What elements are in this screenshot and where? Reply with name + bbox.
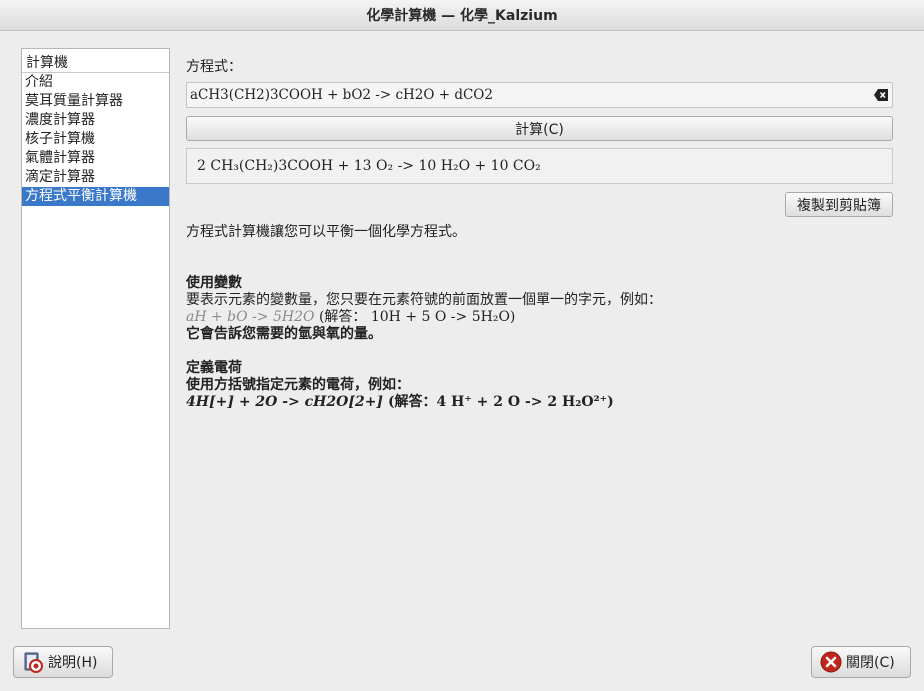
equation-input-value: aCH3(CH2)3COOH + bO2 -> cH2O + dCO2 xyxy=(190,87,493,103)
sidebar-item-concentration[interactable]: 濃度計算器 xyxy=(22,111,169,130)
close-icon xyxy=(820,651,842,673)
window-title: 化學計算機 — 化學_Kalzium xyxy=(0,0,924,31)
help-button[interactable]: 說明(H) xyxy=(13,646,113,678)
sidebar-item-nuclear[interactable]: 核子計算機 xyxy=(22,130,169,149)
equation-input[interactable]: aCH3(CH2)3COOH + bO2 -> cH2O + dCO2 xyxy=(186,82,893,108)
result-display: 2 CH₃(CH₂)3COOH + 13 O₂ -> 10 H₂O + 10 C… xyxy=(186,148,893,184)
charge-text: 使用方括號指定元素的電荷，例如： xyxy=(186,377,410,393)
variables-example-line: aH + bO -> 5H2O (解答： 10H + 5 O -> 5H₂O) xyxy=(186,309,886,326)
variables-note: 它會告訴您需要的氫與氧的量。 xyxy=(186,326,382,342)
close-button-label: 關閉(C) xyxy=(846,655,895,671)
copy-to-clipboard-button[interactable]: 複製到剪貼簿 xyxy=(785,192,893,217)
variables-heading: 使用變數 xyxy=(186,275,242,291)
charge-example-line: 4H[+] + 2O -> cH2O[2+] (解答：4 H⁺ + 2 O ->… xyxy=(186,394,886,411)
result-text: 2 CH₃(CH₂)3COOH + 13 O₂ -> 10 H₂O + 10 C… xyxy=(197,158,541,174)
help-text: 方程式計算機讓您可以平衡一個化學方程式。 使用變數 要表示元素的變數量，您只要在… xyxy=(186,224,886,411)
sidebar-item-equation-balancer[interactable]: 方程式平衡計算機 xyxy=(22,187,169,206)
help-book-icon xyxy=(24,652,43,673)
sidebar-item-gas[interactable]: 氣體計算器 xyxy=(22,149,169,168)
variables-text: 要表示元素的變數量，您只要在元素符號的前面放置一個單一的字元，例如： xyxy=(186,292,662,308)
variables-example: aH + bO -> 5H2O xyxy=(186,309,315,325)
sidebar-item-intro[interactable]: 介紹 xyxy=(22,73,169,92)
help-button-label: 說明(H) xyxy=(48,655,98,671)
variables-answer: (解答： 10H + 5 O -> 5H₂O) xyxy=(318,309,516,325)
sidebar-item-molar-mass[interactable]: 莫耳質量計算器 xyxy=(22,92,169,111)
calculate-button[interactable]: 計算(C) xyxy=(186,116,893,141)
charge-heading: 定義電荷 xyxy=(186,360,242,376)
clear-icon[interactable] xyxy=(874,88,889,102)
charge-answer: (解答：4 H⁺ + 2 O -> 2 H₂O²⁺) xyxy=(387,394,614,410)
equation-label: 方程式： xyxy=(186,59,242,75)
charge-example: 4H[+] + 2O -> cH2O[2+] xyxy=(186,394,384,410)
sidebar-item-titration[interactable]: 滴定計算器 xyxy=(22,168,169,187)
help-intro: 方程式計算機讓您可以平衡一個化學方程式。 xyxy=(186,224,466,240)
calculator-sidebar: 計算機 介紹 莫耳質量計算器 濃度計算器 核子計算機 氣體計算器 滴定計算器 方… xyxy=(21,48,170,629)
close-button[interactable]: 關閉(C) xyxy=(811,646,911,678)
sidebar-header: 計算機 xyxy=(22,49,169,73)
